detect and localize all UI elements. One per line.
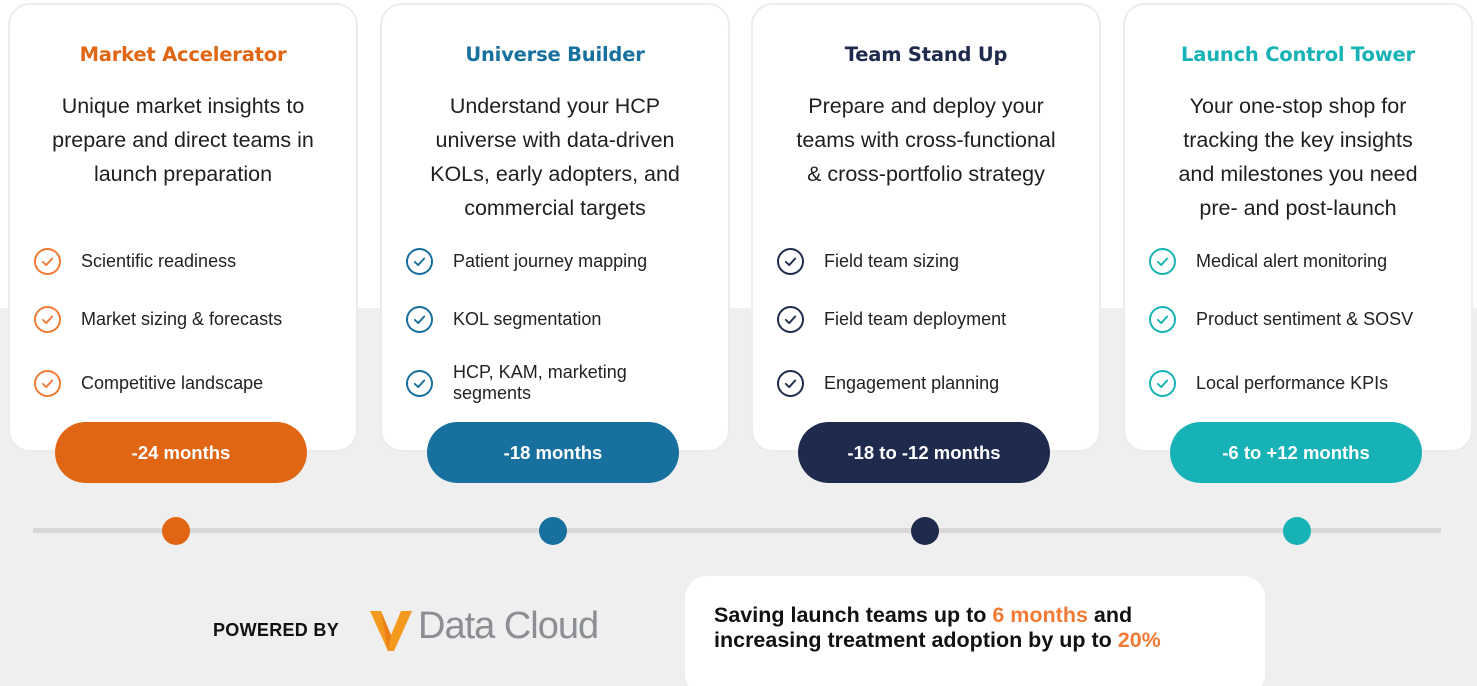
check-circle-icon — [406, 247, 433, 275]
check-circle-icon — [1149, 305, 1176, 333]
timeline-line — [33, 528, 1441, 533]
brand-name: Data Cloud — [418, 605, 599, 647]
check-circle-icon — [777, 369, 804, 397]
list-item: Scientific readiness — [34, 238, 348, 284]
stat-line-2: increasing treatment adoption by up to 2… — [714, 628, 1161, 652]
stat-highlight-percent: 20% — [1117, 628, 1161, 652]
powered-by-label: POWERED BY — [213, 620, 340, 640]
timing-pill-team-stand-up: -18 to -12 months — [798, 422, 1050, 483]
list-item: Competitive landscape — [34, 360, 348, 406]
list-item: Medical alert monitoring — [1149, 238, 1463, 284]
check-circle-icon — [34, 369, 61, 397]
check-circle-icon — [777, 247, 804, 275]
timeline-dot-market-accelerator — [162, 517, 190, 545]
card-title: Universe Builder — [465, 43, 645, 66]
check-circle-icon — [34, 305, 61, 333]
list-item: Field team deployment — [777, 296, 1091, 342]
check-circle-icon — [777, 305, 804, 333]
card-description: Your one-stop shop for tracking the key … — [1178, 94, 1418, 220]
timing-pill-universe-builder: -18 months — [427, 422, 679, 483]
v-logo-icon — [370, 611, 412, 651]
card-launch-control-tower: Launch Control Tower Your one-stop shop … — [1123, 3, 1473, 452]
list-item: HCP, KAM, marketing segments — [406, 360, 720, 406]
card-title: Team Stand Up — [844, 43, 1008, 66]
check-circle-icon — [406, 305, 433, 333]
card-market-accelerator: Market Accelerator Unique market insight… — [8, 3, 358, 452]
stat-callout: Saving launch teams up to 6 months and i… — [685, 576, 1265, 686]
card-description: Unique market insights to prepare and di… — [52, 94, 314, 186]
timeline-dot-universe-builder — [539, 517, 567, 545]
list-item: Patient journey mapping — [406, 238, 720, 284]
list-item: Field team sizing — [777, 238, 1091, 284]
timeline-dot-team-stand-up — [911, 517, 939, 545]
card-team-stand-up: Team Stand Up Prepare and deploy your te… — [751, 3, 1101, 452]
card-title: Market Accelerator — [79, 43, 287, 66]
timeline-dot-launch-control-tower — [1283, 517, 1311, 545]
list-item: Local performance KPIs — [1149, 360, 1463, 406]
list-item: KOL segmentation — [406, 296, 720, 342]
card-universe-builder: Universe Builder Understand your HCP uni… — [380, 3, 730, 452]
list-item: Market sizing & forecasts — [34, 296, 348, 342]
list-item: Product sentiment & SOSV — [1149, 296, 1463, 342]
check-circle-icon — [34, 247, 61, 275]
check-circle-icon — [406, 369, 433, 397]
check-circle-icon — [1149, 247, 1176, 275]
list-item: Engagement planning — [777, 360, 1091, 406]
check-circle-icon — [1149, 369, 1176, 397]
timing-pill-launch-control-tower: -6 to +12 months — [1170, 422, 1422, 483]
stat-highlight-months: 6 months — [992, 603, 1088, 627]
card-description: Prepare and deploy your teams with cross… — [796, 94, 1056, 186]
card-description: Understand your HCP universe with data-d… — [430, 94, 680, 220]
card-title: Launch Control Tower — [1181, 43, 1415, 66]
stat-line-1: Saving launch teams up to 6 months and — [714, 603, 1133, 627]
timing-pill-market-accelerator: -24 months — [55, 422, 307, 483]
